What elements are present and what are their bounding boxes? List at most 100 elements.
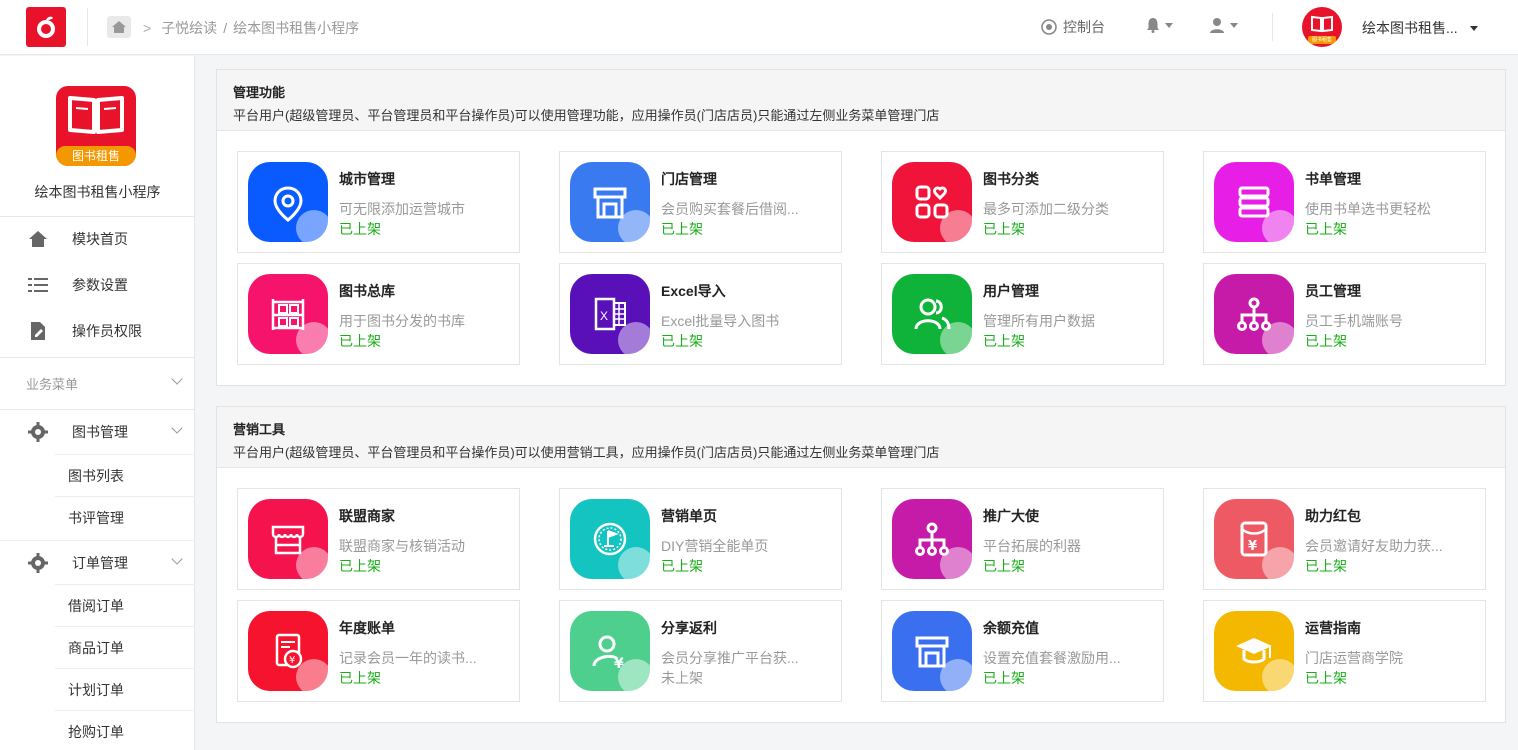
module-description: 可无限添加运营城市 xyxy=(339,201,465,217)
svg-text:¥: ¥ xyxy=(289,655,295,666)
module-description: 员工手机端账号 xyxy=(1305,313,1403,329)
module-card[interactable]: 运营指南 门店运营商学院 已上架 xyxy=(1203,600,1486,702)
user-icon xyxy=(1210,18,1224,33)
module-status: 已上架 xyxy=(983,670,1025,686)
decorative-bubble xyxy=(940,210,972,242)
module-status: 已上架 xyxy=(1305,558,1347,574)
sidebar-subitem-flash-orders[interactable]: 抢购订单 xyxy=(55,710,195,750)
module-card[interactable]: ¥ 分享返利 会员分享推广平台获... 未上架 xyxy=(559,600,842,702)
module-description: 设置充值套餐激励用... xyxy=(983,650,1121,666)
module-name: 图书分类 xyxy=(983,171,1039,187)
module-name: 营销单页 xyxy=(661,508,717,524)
app-avatar[interactable]: 图书租售 xyxy=(1302,7,1342,47)
module-description: 会员邀请好友助力获... xyxy=(1305,538,1443,554)
decorative-bubble xyxy=(618,210,650,242)
panel-header: 管理功能 平台用户(超级管理员、平台管理员和平台操作员)可以使用管理功能，应用操… xyxy=(217,70,1505,131)
sidebar-item-order-management[interactable]: 订单管理 xyxy=(0,540,195,584)
sidebar-item-module-home[interactable]: 模块首页 xyxy=(0,217,195,261)
module-icon-tile: ¥ xyxy=(570,611,650,691)
module-name: 分享返利 xyxy=(661,620,717,636)
module-description: 最多可添加二级分类 xyxy=(983,201,1109,217)
decorative-bubble xyxy=(1262,547,1294,579)
sidebar-subitem-borrow-orders[interactable]: 借阅订单 xyxy=(55,584,195,626)
module-card[interactable]: 营销单页 DIY营销全能单页 已上架 xyxy=(559,488,842,590)
module-card[interactable]: X Excel导入 Excel批量导入图书 已上架 xyxy=(559,263,842,365)
module-description: 管理所有用户数据 xyxy=(983,313,1095,329)
sidebar-group-toggle[interactable] xyxy=(0,361,195,407)
module-icon-tile xyxy=(892,611,972,691)
module-description: 平台拓展的利器 xyxy=(983,538,1081,554)
user-dropdown[interactable] xyxy=(1209,17,1238,33)
home-icon xyxy=(27,228,49,250)
breadcrumb: > 子悦绘读 / 绘本图书租售小程序 xyxy=(143,18,359,38)
module-card[interactable]: ¥ 年度账单 记录会员一年的读书... 已上架 xyxy=(237,600,520,702)
panel-title: 管理功能 xyxy=(233,85,286,100)
document-edit-icon xyxy=(27,320,49,342)
module-card[interactable]: 用户管理 管理所有用户数据 已上架 xyxy=(881,263,1164,365)
chevron-down-icon xyxy=(1165,22,1173,28)
module-card[interactable]: 书单管理 使用书单选书更轻松 已上架 xyxy=(1203,151,1486,253)
chevron-down-icon xyxy=(1230,22,1238,28)
module-name: 助力红包 xyxy=(1305,508,1361,524)
breadcrumb-app[interactable]: 绘本图书租售小程序 xyxy=(233,18,359,38)
open-book-icon xyxy=(68,96,124,134)
module-description: DIY营销全能单页 xyxy=(661,538,769,554)
module-description: 会员购买套餐后借阅... xyxy=(661,201,799,217)
module-icon-tile: ¥ xyxy=(1214,499,1294,579)
module-icon-tile: ¥ xyxy=(248,611,328,691)
decorative-bubble xyxy=(296,659,328,691)
decorative-bubble xyxy=(296,210,328,242)
module-name: 联盟商家 xyxy=(339,508,395,524)
app-switcher[interactable]: 绘本图书租售... xyxy=(1362,18,1478,38)
module-name: 用户管理 xyxy=(983,283,1039,299)
module-status: 已上架 xyxy=(661,558,703,574)
module-card[interactable]: 图书分类最多可添加二级分类 已上架 xyxy=(881,151,1164,253)
header-divider xyxy=(1272,13,1273,41)
module-status: 已上架 xyxy=(661,221,703,237)
decorative-bubble xyxy=(618,659,650,691)
gear-icon xyxy=(27,421,49,443)
chevron-down-icon xyxy=(171,422,183,434)
chevron-down-icon xyxy=(171,553,183,565)
sidebar-item-label: 模块首页 xyxy=(72,231,128,247)
brand-logo[interactable] xyxy=(26,7,66,47)
sidebar-item-params[interactable]: 参数设置 xyxy=(0,263,195,307)
notifications-dropdown[interactable] xyxy=(1146,17,1173,33)
module-description: 记录会员一年的读书... xyxy=(339,650,477,666)
module-icon-tile xyxy=(892,162,972,242)
sidebar-app-name: 绘本图书租售小程序 xyxy=(34,184,161,200)
sidebar-subitem-review-management[interactable]: 书评管理 xyxy=(55,496,195,538)
module-card[interactable]: 门店管理 会员购买套餐后借阅... 已上架 xyxy=(559,151,842,253)
module-status: 已上架 xyxy=(339,221,381,237)
module-status: 已上架 xyxy=(983,221,1025,237)
svg-text:X: X xyxy=(600,309,608,323)
module-card[interactable]: 员工管理 员工手机端账号 已上架 xyxy=(1203,263,1486,365)
home-button[interactable] xyxy=(107,16,131,38)
module-icon-tile xyxy=(1214,274,1294,354)
module-card[interactable]: 联盟商家 联盟商家与核销活动 已上架 xyxy=(237,488,520,590)
module-description: 使用书单选书更轻松 xyxy=(1305,201,1431,217)
decorative-bubble xyxy=(1262,322,1294,354)
console-link[interactable]: 控制台 xyxy=(1041,17,1105,37)
module-icon-tile xyxy=(1214,611,1294,691)
module-icon-tile xyxy=(570,162,650,242)
module-card[interactable]: 城市管理 可无限添加运营城市 已上架 xyxy=(237,151,520,253)
console-label: 控制台 xyxy=(1063,19,1105,35)
module-name: Excel导入 xyxy=(661,283,726,299)
sidebar-subitem-plan-orders[interactable]: 计划订单 xyxy=(55,668,195,710)
module-card[interactable]: 余额充值 设置充值套餐激励用... 已上架 xyxy=(881,600,1164,702)
module-card[interactable]: 图书总库 用于图书分发的书库 已上架 xyxy=(237,263,520,365)
breadcrumb-org[interactable]: 子悦绘读 xyxy=(161,18,217,38)
module-status: 未上架 xyxy=(661,670,703,686)
sidebar-subitem-book-list[interactable]: 图书列表 xyxy=(55,454,195,496)
sidebar-item-operator-permissions[interactable]: 操作员权限 xyxy=(0,309,195,353)
sidebar-subitem-product-orders[interactable]: 商品订单 xyxy=(55,626,195,668)
sidebar-item-label: 操作员权限 xyxy=(72,323,142,339)
app-name-label: 绘本图书租售... xyxy=(1362,20,1458,36)
module-card[interactable]: ¥ 助力红包会员邀请好友助力获... 已上架 xyxy=(1203,488,1486,590)
panel-description: 平台用户(超级管理员、平台管理员和平台操作员)可以使用管理功能，应用操作员(门店… xyxy=(233,108,940,123)
module-card[interactable]: 推广大使 平台拓展的利器 已上架 xyxy=(881,488,1164,590)
module-status: 已上架 xyxy=(661,333,703,349)
sidebar-logo-tag: 图书租售 xyxy=(56,146,136,166)
sidebar-item-book-management[interactable]: 图书管理 xyxy=(0,410,195,454)
